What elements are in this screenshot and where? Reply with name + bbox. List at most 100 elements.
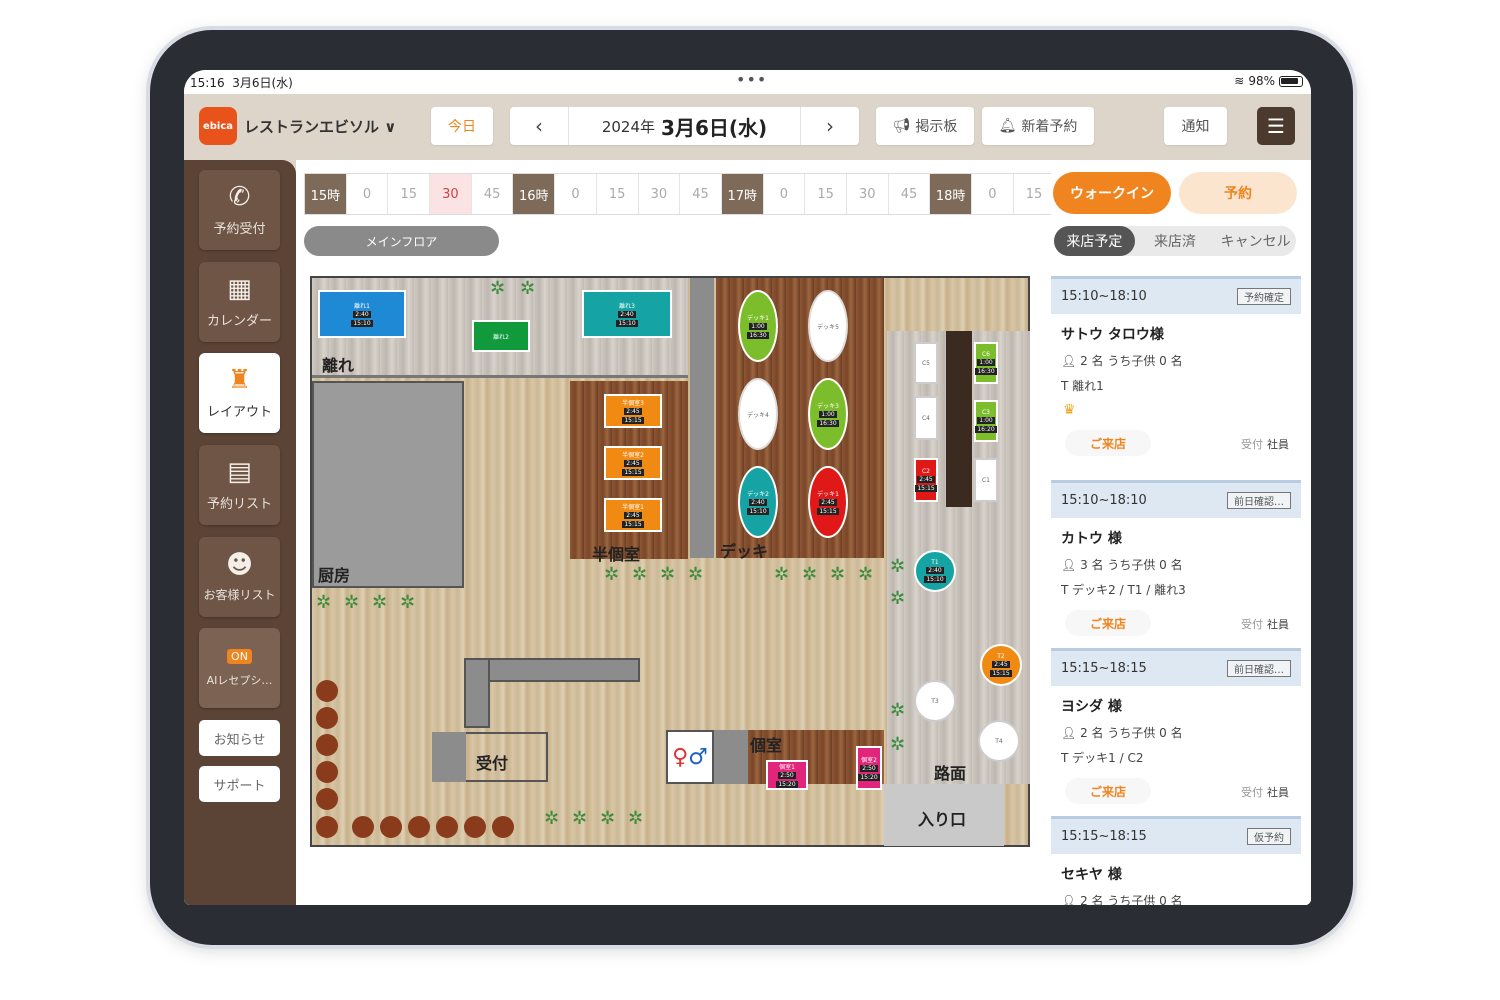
plant-icon: ✲ [830,564,846,585]
time-slot[interactable]: 15 [597,174,639,214]
chevron-left-icon[interactable]: ‹ [510,107,568,145]
arrive-button[interactable]: ご来店 [1065,778,1151,804]
seat-c4[interactable]: C4 [914,396,938,440]
sidebar-item-ai-receptionist[interactable]: ON AIレセプシ… [199,628,280,708]
assigned-tables: T 離れ1 [1061,379,1104,393]
time-slot[interactable]: 0 [764,174,806,214]
time-slot[interactable]: 15 [1014,174,1056,214]
table-deck1-bottom[interactable]: デッキ1 2:45 15:15 [808,466,848,538]
table-deck4[interactable]: デッキ4 [738,378,778,450]
book-icon: ▤ [227,456,252,487]
table-deck1-top[interactable]: デッキ1 1:00 16:30 [738,290,778,362]
party-size: 👤︎ 2 名 うち子供 0 名 [1061,354,1183,368]
layout-main: 15時 0 15 30 45 16時 0 15 30 45 17時 0 15 30 45 18時 0 15 メイン… [296,160,1311,905]
table-deck2[interactable]: デッキ2 2:40 15:10 [738,466,778,538]
seat-c3[interactable]: C3 1:00 16:20 [974,400,998,442]
sidebar-item-reservation-intake[interactable]: ✆ 予約受付 [199,170,280,250]
table-icon: T [1061,583,1069,597]
pot-icon [316,680,338,702]
plant-icon: ✲ [858,564,874,585]
seat-c1[interactable]: C1 [974,458,998,502]
chevron-right-icon[interactable]: › [801,107,859,145]
table-hanare3[interactable]: 離れ3 2:40 15:10 [582,290,672,338]
time-slot[interactable]: 0 [347,174,389,214]
table-semi3[interactable]: 半個室3 2:45 15:15 [604,394,662,428]
pot-icon [464,816,486,838]
time-slot-hour[interactable]: 16時 [513,174,556,214]
street-label: 路面 [934,764,967,783]
seat-c5[interactable]: C5 [914,342,938,384]
sidebar-item-layout[interactable]: ♜ レイアウト [199,353,280,433]
table-t3[interactable]: T3 [914,680,956,722]
today-button[interactable]: 今日 [431,107,493,145]
table-private1[interactable]: 個室1 2:50 15:20 [766,760,808,790]
app-screen: 15:16 3月6日(水) ••• ≋ 98% ebica レストランエビソル … [184,70,1311,905]
bell-icon: 🔔︎ [998,118,1017,134]
table-deck5[interactable]: デッキ5 [808,290,848,362]
time-slot[interactable]: 0 [555,174,597,214]
table-t4[interactable]: T4 [978,720,1020,762]
reservation-card[interactable]: 15:15~18:15 仮予約 セキヤ 様 👤︎ 2 名 うち子供 0 名 [1051,816,1301,905]
customer-name: ヨシダ 様 [1061,699,1122,715]
time-slot-hour[interactable]: 15時 [305,174,347,214]
party-size: 👤︎ 2 名 うち子供 0 名 [1061,726,1183,740]
time-slot[interactable]: 30 [847,174,889,214]
shop-selector[interactable]: レストランエビソル ∨ [244,116,396,137]
tab-cancelled[interactable]: キャンセル [1215,226,1296,256]
sidebar-item-customer-list[interactable]: ☻ お客様リスト [199,537,280,617]
reservation-card[interactable]: 15:15~18:15 前日確認… ヨシダ 様 👤︎ 2 名 うち子供 0 名 … [1051,648,1301,812]
sidebar-item-reservation-list[interactable]: ▤ 予約リスト [199,445,280,525]
news-button[interactable]: お知らせ [199,720,280,756]
table-t2[interactable]: T2 2:45 15:15 [980,644,1022,686]
table-private2[interactable]: 個室2 2:50 15:20 [856,746,882,790]
card-header: 15:15~18:15 仮予約 [1051,816,1301,854]
reservation-card[interactable]: 15:10~18:10 前日確認… カトウ 様 👤︎ 3 名 うち子供 0 名 … [1051,480,1301,644]
walkin-button[interactable]: ウォークイン [1053,172,1171,214]
table-deck3[interactable]: デッキ3 1:00 16:30 [808,378,848,450]
floor-selector[interactable]: メインフロア [304,226,499,256]
table-icon: T [1061,379,1069,393]
time-slot-hour[interactable]: 18時 [930,174,972,214]
plant-icon: ✲ [890,556,906,577]
table-semi2[interactable]: 半個室2 2:45 15:15 [604,446,662,480]
time-slot[interactable]: 30 [639,174,681,214]
tab-arrived[interactable]: 来店済 [1135,226,1216,256]
time-slot[interactable]: 15 [388,174,431,214]
status-badge: 予約確定 [1237,288,1291,305]
time-slot[interactable]: 30 [430,174,472,214]
sidebar-item-calendar[interactable]: ▦ カレンダー [199,262,280,342]
table-semi1[interactable]: 半個室1 2:45 15:15 [604,498,662,532]
reservation-card[interactable]: 15:10~18:10 予約確定 サトウ タロウ様 👤︎ 2 名 うち子供 0 … [1051,276,1301,464]
time-slot-hour[interactable]: 17時 [721,174,764,214]
multitask-dots[interactable]: ••• [736,70,767,89]
bulletin-board-button[interactable]: 📢︎ 掲示板 [876,107,974,145]
time-slot[interactable]: 45 [889,174,931,214]
status-badge: 前日確認… [1227,492,1291,509]
table-hanare2[interactable]: 離れ2 [472,320,530,352]
card-header: 15:10~18:10 予約確定 [1051,276,1301,314]
arrive-button[interactable]: ご来店 [1065,610,1151,636]
table-hanare1[interactable]: 離れ1 2:40 15:10 [318,290,406,338]
support-button[interactable]: サポート [199,766,280,802]
status-tabs: 来店予定 来店済 キャンセル [1054,226,1296,256]
table-t1[interactable]: T1 2:40 15:10 [914,550,956,592]
customers-icon: ☻ [225,549,254,580]
received-by: 受付 社員 [1241,786,1289,799]
seat-c6[interactable]: C6 1:00 16:30 [974,342,998,384]
pot-icon [316,816,338,838]
status-time: 15:16 3月6日(水) [190,76,293,90]
arrive-button[interactable]: ご来店 [1065,430,1151,456]
time-slot[interactable]: 15 [805,174,847,214]
tab-scheduled[interactable]: 来店予定 [1054,226,1135,256]
new-reservations-button[interactable]: 🔔︎ 新着予約 [982,107,1094,145]
notify-button[interactable]: 通知 [1164,107,1227,145]
current-date[interactable]: 2024年 3月6日(水) [568,107,801,145]
time-slot[interactable]: 45 [472,174,514,214]
reserve-button[interactable]: 予約 [1179,172,1297,214]
person-icon: 👤︎ [1061,894,1077,905]
seat-c2[interactable]: C2 2:45 15:15 [914,458,938,502]
hamburger-menu-icon[interactable]: ☰ [1257,107,1295,145]
time-slot[interactable]: 0 [972,174,1014,214]
time-slot[interactable]: 45 [680,174,722,214]
calendar-icon: ▦ [227,273,252,304]
